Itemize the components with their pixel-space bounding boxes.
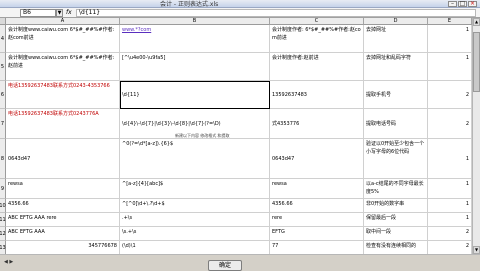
table-cell[interactable]: [^\u4e00-\u9fa5] bbox=[120, 53, 270, 81]
table-cell[interactable]: 1 bbox=[428, 25, 472, 53]
table-cell[interactable]: 保留最后一段 bbox=[364, 213, 428, 227]
table-cell[interactable]: 提取手机号 bbox=[364, 81, 428, 109]
table-cell[interactable]: 式4353776 bbox=[270, 109, 364, 139]
table-cell[interactable]: 验证以0开始至少包含一个小写字母的6位代码 bbox=[364, 139, 428, 179]
table-cell[interactable]: 1 bbox=[428, 213, 472, 227]
table-cell[interactable]: 非0开始的数字串 bbox=[364, 199, 428, 213]
formula-input[interactable]: \d{11} bbox=[76, 9, 476, 17]
table-cell[interactable]: 以a-c结尾的不同字母最长度5% bbox=[364, 179, 428, 199]
table-cell[interactable]: (\d)\1 bbox=[120, 241, 270, 254]
table-cell[interactable]: 会计制度www.caiwu.com 6*$#_##%#作者:赵前进 bbox=[6, 53, 120, 81]
table-cell[interactable]: 0643d47 bbox=[270, 139, 364, 179]
table-cell[interactable]: ABC EFTG AAA bbox=[6, 227, 120, 241]
table-cell[interactable]: 2 bbox=[428, 81, 472, 109]
table-cell[interactable]: 电话13592637483联系方式0243776A bbox=[6, 109, 120, 139]
table-cell[interactable]: rewsa bbox=[6, 179, 120, 199]
table-cell[interactable]: 1 bbox=[428, 53, 472, 81]
column-header-d[interactable]: D bbox=[364, 18, 428, 25]
table-cell[interactable]: \s.+\s bbox=[120, 227, 270, 241]
table-cell[interactable]: 去掉网址和乱码字符 bbox=[364, 53, 428, 81]
table-cell[interactable]: 0643d47 bbox=[6, 139, 120, 179]
table-cell[interactable]: ^[^0]\d+\.?\d+$ bbox=[120, 199, 270, 213]
column-header-e[interactable]: E bbox=[428, 18, 472, 25]
spreadsheet-grid[interactable]: A B C D E 4 会计制度www.caiwu.com 6*$#_##%#作… bbox=[0, 18, 480, 254]
title-bar: 会计 - 正则表达式.xls – □ × bbox=[0, 0, 480, 8]
column-header-b[interactable]: B bbox=[120, 18, 270, 25]
scroll-down-icon[interactable]: ▼ bbox=[473, 246, 480, 254]
table-cell[interactable]: ABC EFTG AAA rere bbox=[6, 213, 120, 227]
window-title: 会计 - 正则表达式.xls bbox=[160, 1, 219, 8]
table-cell[interactable]: 电话13592637483联系方式0243-4353766 bbox=[6, 81, 120, 109]
table-cell[interactable]: 取中间一段 bbox=[364, 227, 428, 241]
table-cell[interactable]: www.*?com bbox=[120, 25, 270, 53]
table-cell[interactable]: 4356.66 bbox=[270, 199, 364, 213]
maximize-icon[interactable]: □ bbox=[458, 1, 467, 7]
table-cell[interactable]: 1 bbox=[428, 139, 472, 179]
scrollbar-thumb[interactable] bbox=[473, 32, 480, 92]
chevron-down-icon[interactable]: ▼ bbox=[56, 9, 63, 17]
table-cell[interactable]: 2 bbox=[428, 109, 472, 139]
table-cell[interactable]: rewsa bbox=[270, 179, 364, 199]
table-cell[interactable]: ^[a-z]{4}[abc]$ bbox=[120, 179, 270, 199]
table-cell[interactable]: 检查有没有连续相同的 bbox=[364, 241, 428, 254]
table-cell[interactable]: 会计制度作者:赵前进 bbox=[270, 53, 364, 81]
table-cell[interactable]: 提取电话号码 bbox=[364, 109, 428, 139]
minimize-icon[interactable]: – bbox=[448, 1, 457, 7]
table-cell[interactable]: 1 bbox=[428, 199, 472, 213]
sheet-nav-icon[interactable]: ◀ ▶ bbox=[4, 259, 13, 265]
table-cell[interactable]: rere bbox=[270, 213, 364, 227]
name-box[interactable]: B6 bbox=[20, 9, 56, 17]
formula-bar: B6 ▼ fx \d{11} bbox=[0, 8, 480, 18]
table-cell[interactable]: ^0(?=\d*[a-z]).{6}$ bbox=[120, 139, 270, 179]
table-cell[interactable]: .+\s bbox=[120, 213, 270, 227]
table-cell[interactable]: 2 bbox=[428, 241, 472, 254]
function-icon[interactable]: fx bbox=[66, 9, 72, 17]
close-icon[interactable]: × bbox=[468, 1, 477, 7]
status-bar: ◀ ▶ 确定 bbox=[0, 254, 480, 271]
table-cell[interactable]: 4356.66 bbox=[6, 199, 120, 213]
vertical-scrollbar[interactable]: ▲ ▼ bbox=[472, 18, 480, 254]
table-cell[interactable]: 会计制度作者: 6*$#_##%#作者:赵com前进 bbox=[270, 25, 364, 53]
table-cell[interactable]: 2 bbox=[428, 227, 472, 241]
confirm-button[interactable]: 确定 bbox=[208, 260, 242, 271]
table-cell[interactable]: 77 bbox=[270, 241, 364, 254]
table-cell[interactable]: 13592637483 bbox=[270, 81, 364, 109]
column-header-a[interactable]: A bbox=[6, 18, 120, 25]
table-cell[interactable]: \d{11} bbox=[120, 81, 270, 109]
table-cell[interactable]: 会计制度www.caiwu.com 6*$#_##%#作者:赵com前进 bbox=[6, 25, 120, 53]
scroll-up-icon[interactable]: ▲ bbox=[473, 18, 480, 26]
column-header-c[interactable]: C bbox=[270, 18, 364, 25]
table-cell[interactable]: 345776678 bbox=[6, 241, 120, 254]
table-cell[interactable]: 1 bbox=[428, 179, 472, 199]
table-cell[interactable]: EFTG bbox=[270, 227, 364, 241]
table-cell[interactable]: 去掉网址 bbox=[364, 25, 428, 53]
